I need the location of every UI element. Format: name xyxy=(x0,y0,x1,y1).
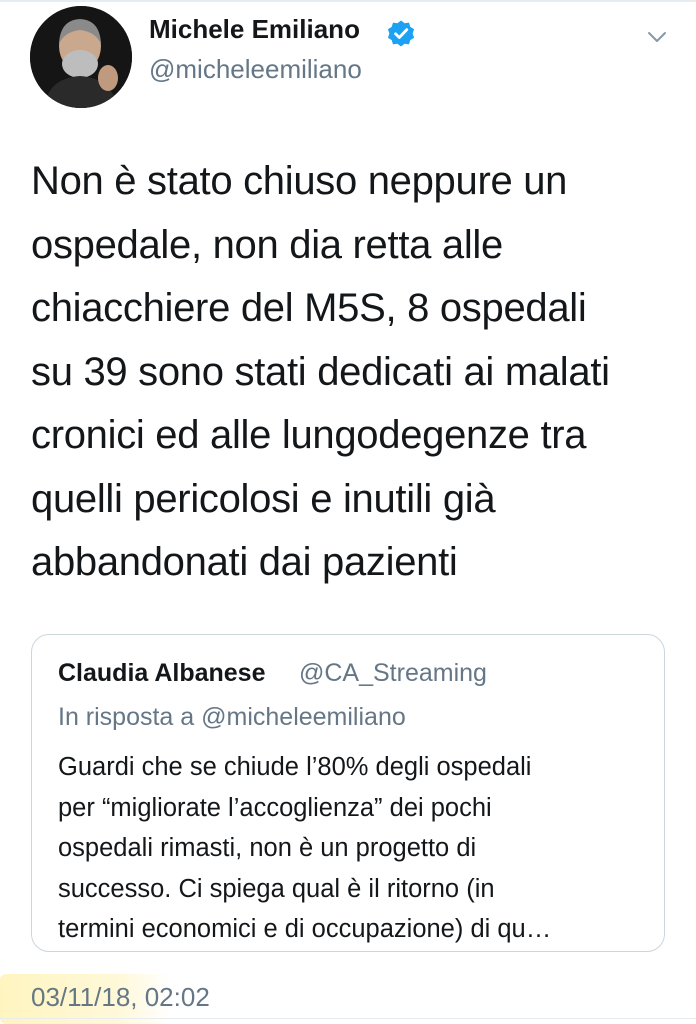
bottom-divider xyxy=(0,1018,696,1019)
avatar[interactable] xyxy=(30,6,132,108)
tweet-text-line: su 39 sono stati dedicati ai malati xyxy=(31,349,610,394)
tweet-text-line: quelli pericolosi e inutili già xyxy=(31,476,496,521)
quoted-tweet-card[interactable]: Claudia Albanese @CA_Streaming In rispos… xyxy=(31,634,665,952)
author-handle[interactable]: @micheleemiliano xyxy=(149,54,362,85)
quoted-author-handle: @CA_Streaming xyxy=(299,659,487,687)
author-name[interactable]: Michele Emiliano xyxy=(149,14,360,45)
tweet-timestamp[interactable]: 03/11/18, 02:02 xyxy=(31,982,210,1013)
quoted-author-name: Claudia Albanese xyxy=(58,659,266,687)
quoted-text-line: termini economici e di occupazione) di q… xyxy=(58,915,552,943)
quoted-text-line: ospedali rimasti, non è un progetto di xyxy=(58,834,477,862)
quoted-tweet-text: Guardi che se chiude l’80% degli ospedal… xyxy=(58,747,658,950)
tweet-text-line: ospedale, non dia retta alle xyxy=(31,222,503,267)
verified-badge-icon xyxy=(387,20,415,47)
tweet-text-line: Non è stato chiuso neppure un xyxy=(31,159,568,203)
top-divider xyxy=(0,0,696,2)
quoted-text-line: Guardi che se chiude l’80% degli ospedal… xyxy=(58,753,532,781)
tweet-text-line: abbandonati dai pazienti xyxy=(31,540,458,584)
tweet-text-line: cronici ed alle lungodegenze tra xyxy=(31,413,587,457)
quoted-text-line: per “migliorate l’accoglienza” dei pochi xyxy=(58,793,492,822)
tweet-text: Non è stato chiuso neppure un ospedale, … xyxy=(31,150,681,595)
tweet-text-line: chiacchiere del M5S, 8 ospedali xyxy=(31,286,587,330)
quoted-text-line: successo. Ci spiega qual è il ritorno (i… xyxy=(58,874,495,903)
chevron-down-icon[interactable] xyxy=(646,26,668,48)
avatar-photo xyxy=(30,6,132,108)
reply-context: In risposta a @micheleemiliano xyxy=(58,703,406,731)
